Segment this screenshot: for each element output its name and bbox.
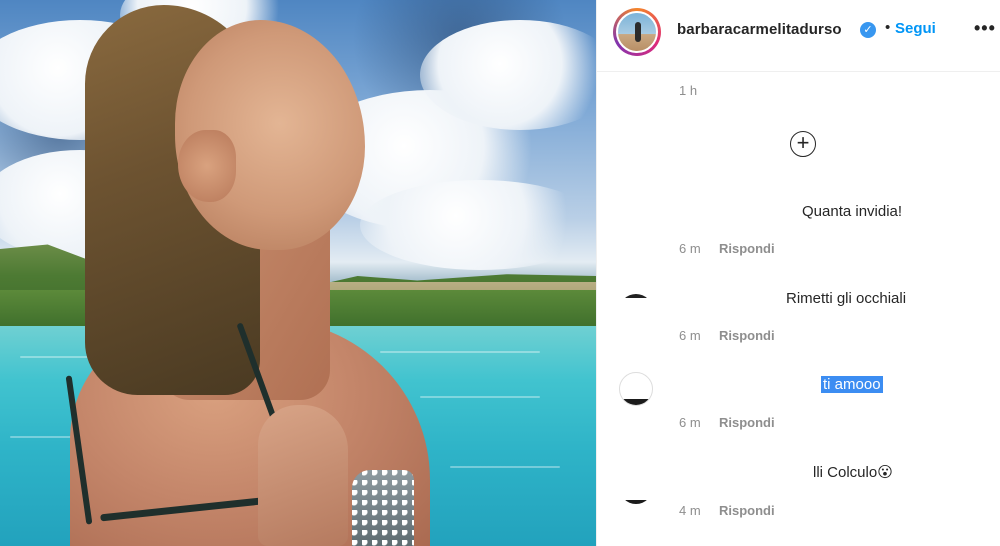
comment-text: Rimetti gli occhiali — [786, 290, 907, 307]
post-header: barbaracarmelitadurso ✓ • Segui ••• — [597, 0, 1000, 72]
caption-timestamp: 1 h — [679, 83, 698, 98]
more-options-icon[interactable]: ••• — [974, 18, 996, 39]
comment-text: ti amooo — [821, 376, 883, 393]
reply-button[interactable]: Rispondi — [719, 328, 775, 343]
comment-time: 6 m — [679, 241, 701, 256]
comment-time: 6 m — [679, 328, 701, 343]
load-more-comments-icon[interactable]: + — [790, 131, 816, 157]
username-link[interactable]: barbaracarmelitadurso — [677, 21, 842, 38]
profile-avatar[interactable] — [613, 8, 661, 56]
follow-button[interactable]: Segui — [895, 20, 936, 37]
separator-dot: • — [885, 19, 891, 36]
reply-button[interactable]: Rispondi — [719, 241, 775, 256]
selected-text: ti amooo — [821, 376, 883, 393]
reply-button[interactable]: Rispondi — [719, 415, 775, 430]
verified-badge-icon: ✓ — [860, 22, 876, 38]
post-side-panel: barbaracarmelitadurso ✓ • Segui ••• 1 h … — [596, 0, 1000, 546]
avatar-image — [616, 11, 658, 53]
commenter-avatar[interactable] — [619, 294, 653, 328]
reply-button[interactable]: Rispondi — [719, 503, 775, 518]
comment-text: Quanta invidia! — [802, 203, 903, 220]
comment-text: lli Colculo😮 — [813, 464, 893, 481]
post-image[interactable] — [0, 0, 596, 546]
comment-time: 6 m — [679, 415, 701, 430]
comment-time: 4 m — [679, 503, 701, 518]
commenter-avatar[interactable] — [619, 470, 653, 504]
commenter-avatar[interactable] — [619, 372, 653, 406]
comments-list: 1 h + Quanta invidia! 6 m Rispondi Rimet… — [597, 72, 1000, 546]
